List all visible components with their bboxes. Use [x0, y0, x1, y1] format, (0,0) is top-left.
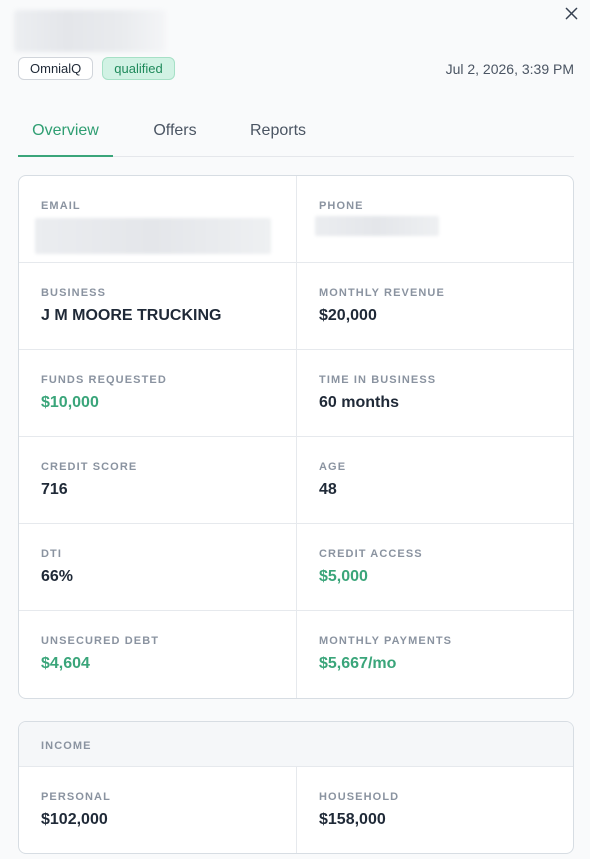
- close-icon: [565, 7, 577, 19]
- dti-value: 66%: [41, 568, 74, 585]
- monthly-revenue-value: $20,000: [319, 307, 377, 324]
- monthly-payments-label: MONTHLY PAYMENTS: [319, 635, 453, 647]
- time-in-business-value: 60 months: [319, 394, 400, 411]
- credit-score-value: 716: [41, 481, 68, 498]
- personal-income-label: PERSONAL: [41, 791, 111, 803]
- business-value: J M MOORE TRUCKING: [41, 307, 222, 324]
- credit-score-cell: CREDIT SCORE 716: [19, 437, 296, 524]
- timestamp: Jul 2, 2026, 3:39 PM: [445, 61, 574, 77]
- unsecured-debt-cell: UNSECURED DEBT $4,604: [19, 611, 296, 698]
- monthly-revenue-label: MONTHLY REVENUE: [319, 287, 445, 299]
- source-tag: OmnialQ: [18, 57, 94, 80]
- funds-requested-value: $10,000: [41, 394, 99, 411]
- income-card: INCOME PERSONAL $102,000 HOUSEHOLD $158,…: [18, 721, 574, 854]
- redacted-lead-name: [14, 10, 166, 52]
- age-cell: AGE 48: [296, 437, 573, 524]
- funds-requested-label: FUNDS REQUESTED: [41, 374, 167, 386]
- business-label: BUSINESS: [41, 287, 107, 299]
- age-label: AGE: [319, 461, 347, 473]
- tag-row: OmnialQ qualified: [18, 57, 175, 80]
- funds-requested-cell: FUNDS REQUESTED $10,000: [19, 350, 296, 437]
- email-label: EMAIL: [41, 200, 81, 212]
- tab-bar: Overview Offers Reports: [18, 110, 574, 157]
- lead-detail-panel: OmnialQ qualified Jul 2, 2026, 3:39 PM O…: [0, 0, 590, 859]
- close-button[interactable]: [560, 2, 582, 24]
- monthly-payments-value: $5,667/mo: [319, 655, 397, 672]
- email-cell: EMAIL: [19, 176, 296, 263]
- status-badge: qualified: [102, 57, 175, 80]
- tab-overview[interactable]: Overview: [18, 110, 113, 157]
- income-title: INCOME: [41, 740, 92, 752]
- personal-income-cell: PERSONAL $102,000: [19, 767, 296, 853]
- time-in-business-label: TIME IN BUSINESS: [319, 374, 437, 386]
- monthly-revenue-cell: MONTHLY REVENUE $20,000: [296, 263, 573, 350]
- redacted-email: [35, 218, 271, 254]
- unsecured-debt-label: UNSECURED DEBT: [41, 635, 160, 647]
- tab-offers[interactable]: Offers: [113, 110, 237, 156]
- income-header: INCOME: [19, 722, 573, 767]
- credit-access-label: CREDIT ACCESS: [319, 548, 423, 560]
- credit-score-label: CREDIT SCORE: [41, 461, 138, 473]
- household-income-value: $158,000: [319, 811, 386, 828]
- business-cell: BUSINESS J M MOORE TRUCKING: [19, 263, 296, 350]
- tab-reports[interactable]: Reports: [237, 110, 319, 156]
- phone-cell: PHONE: [296, 176, 573, 263]
- lead-details-card: EMAIL PHONE BUSINESS J M MOORE TRUCKING …: [18, 175, 574, 699]
- credit-access-cell: CREDIT ACCESS $5,000: [296, 524, 573, 611]
- dti-cell: DTI 66%: [19, 524, 296, 611]
- credit-access-value: $5,000: [319, 568, 368, 585]
- household-income-label: HOUSEHOLD: [319, 791, 400, 803]
- monthly-payments-cell: MONTHLY PAYMENTS $5,667/mo: [296, 611, 573, 698]
- unsecured-debt-value: $4,604: [41, 655, 90, 672]
- dti-label: DTI: [41, 548, 63, 560]
- phone-label: PHONE: [319, 200, 364, 212]
- household-income-cell: HOUSEHOLD $158,000: [296, 767, 573, 853]
- time-in-business-cell: TIME IN BUSINESS 60 months: [296, 350, 573, 437]
- age-value: 48: [319, 481, 337, 498]
- personal-income-value: $102,000: [41, 811, 108, 828]
- redacted-phone: [315, 216, 439, 236]
